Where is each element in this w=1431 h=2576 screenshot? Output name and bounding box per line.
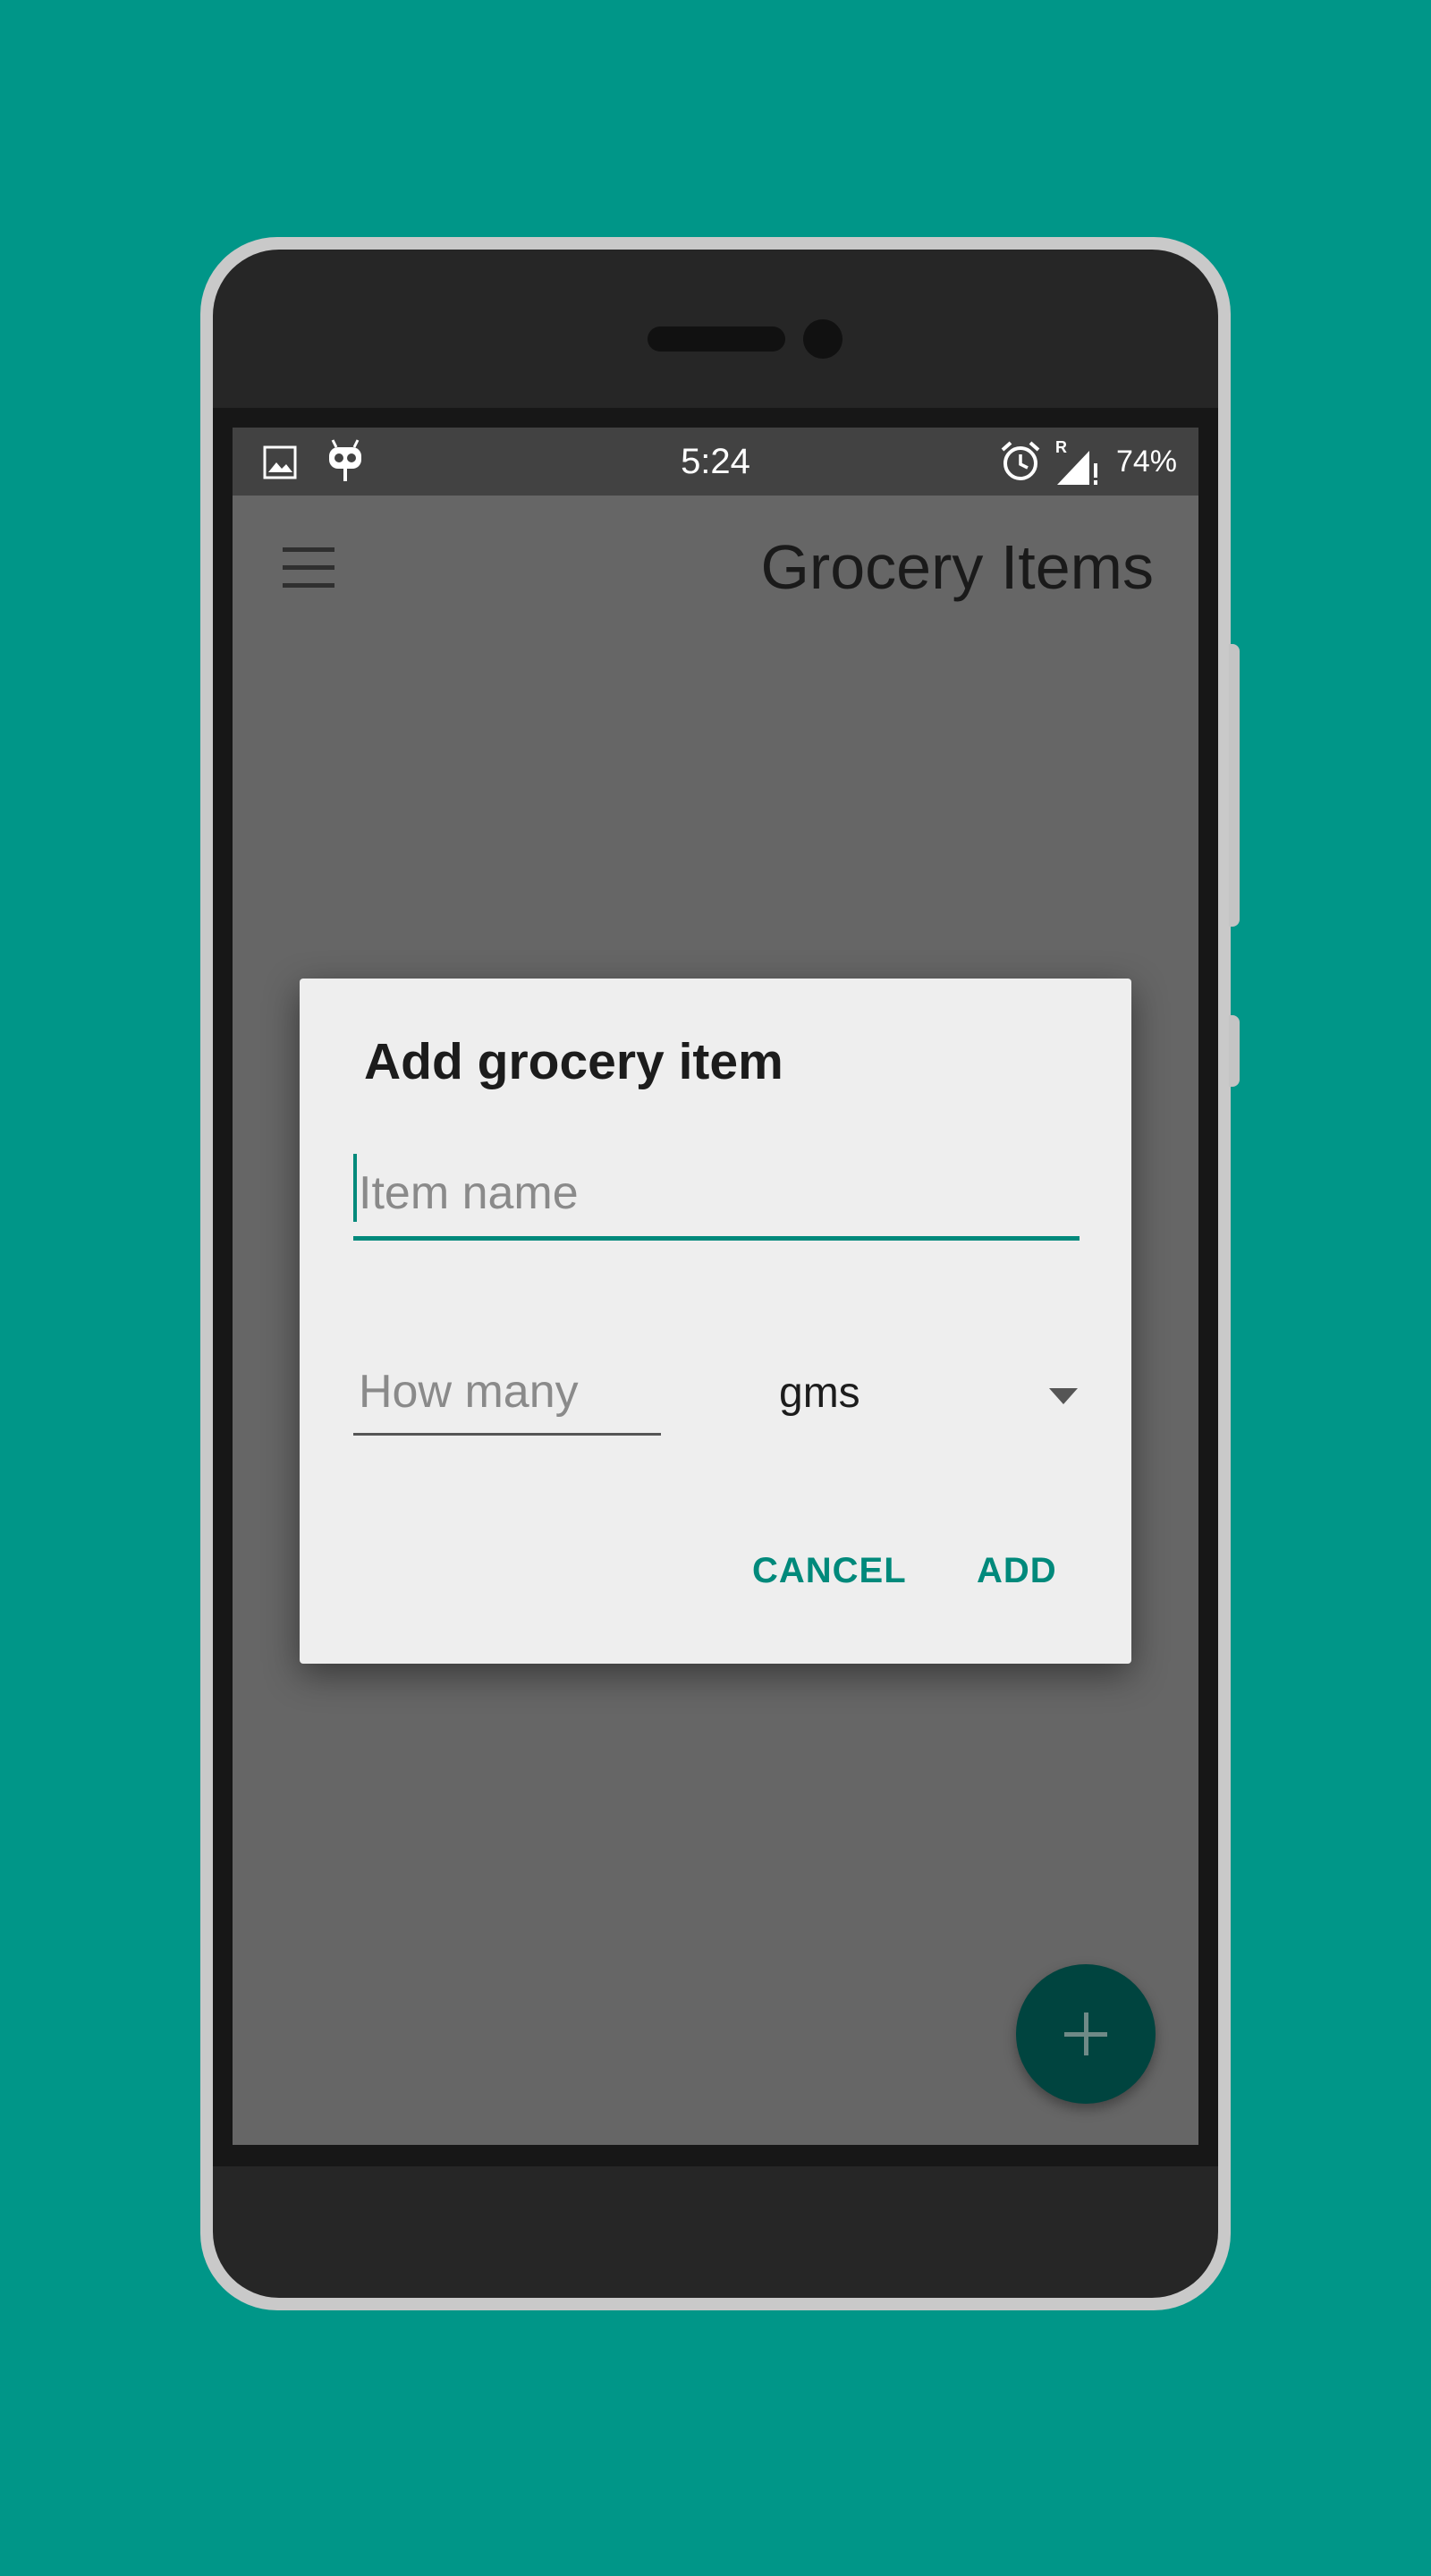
quantity-input[interactable]	[353, 1351, 661, 1433]
battery-level: 74%	[1115, 445, 1177, 479]
item-name-field[interactable]	[353, 1150, 1080, 1241]
alarm-icon	[1001, 441, 1040, 480]
dialog-title: Add grocery item	[364, 1033, 783, 1090]
text-cursor	[353, 1154, 357, 1222]
cancel-button[interactable]: CANCEL	[752, 1551, 907, 1591]
svg-text:R: R	[1055, 438, 1067, 456]
dropdown-arrow-icon	[1049, 1388, 1078, 1404]
unit-dropdown[interactable]: gms	[779, 1360, 1083, 1431]
hamburger-menu-icon[interactable]	[283, 547, 334, 589]
status-bar: 5:24 R 74%	[233, 428, 1198, 496]
add-item-fab[interactable]	[1016, 1964, 1156, 2104]
earpiece-speaker	[648, 326, 785, 352]
app-title: Grocery Items	[760, 532, 1154, 602]
volume-button	[1229, 644, 1240, 927]
signal-roaming-icon: R	[1055, 438, 1097, 485]
status-time: 5:24	[681, 442, 750, 481]
add-button[interactable]: ADD	[977, 1551, 1057, 1591]
app-bar: Grocery Items	[233, 496, 1198, 646]
quantity-field[interactable]	[353, 1351, 661, 1436]
item-name-input[interactable]	[353, 1150, 1080, 1236]
front-camera	[803, 319, 843, 359]
power-button	[1229, 1015, 1240, 1087]
add-grocery-dialog: Add grocery item gms CANCEL ADD	[300, 979, 1131, 1664]
unit-selected-value: gms	[779, 1369, 860, 1417]
